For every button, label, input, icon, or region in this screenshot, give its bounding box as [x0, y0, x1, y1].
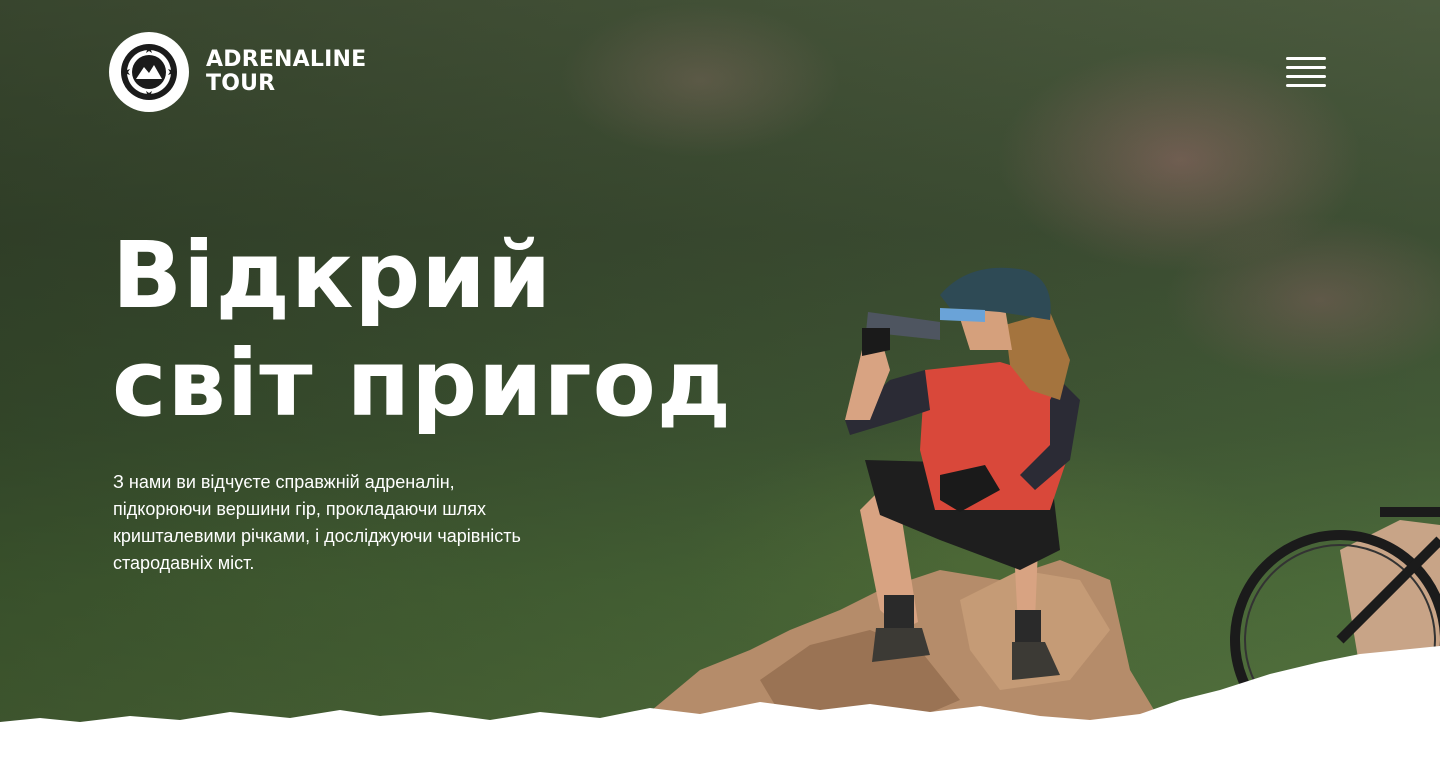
logo-badge [109, 32, 189, 112]
menu-button[interactable] [1284, 55, 1328, 89]
brand-name-line2: TOUR [206, 71, 276, 96]
hero-title-line2: світ пригод [112, 330, 733, 437]
hero-description: З нами ви відчуєте справжній адреналін, … [113, 472, 521, 573]
hamburger-menu-icon [1286, 57, 1326, 87]
hero-title-line1: Відкрий [112, 222, 553, 329]
hero-title: Відкрий світ пригод [112, 222, 732, 438]
brand-name-line1: ADRENALINE [206, 47, 367, 72]
brand-logo[interactable]: ADRENALINE TOUR [109, 32, 366, 112]
brand-name: ADRENALINE TOUR [206, 48, 366, 96]
mountain-compass-badge-icon [121, 44, 177, 100]
torn-paper-edge [0, 646, 1440, 780]
